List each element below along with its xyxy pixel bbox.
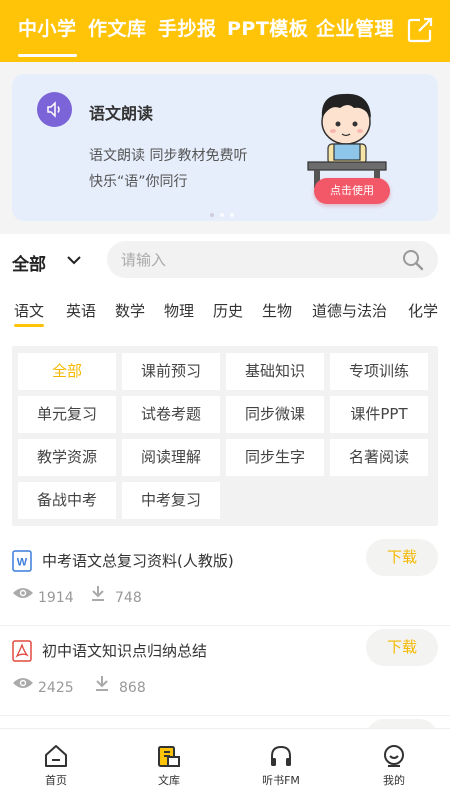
chevron-down-icon[interactable]	[66, 254, 82, 266]
nav-home-label: 首页	[45, 774, 67, 787]
category-all[interactable]: 全部	[18, 353, 116, 390]
subject-tabs: 语文 英语 数学 物理 历史 生物 道德与法治 化学	[0, 296, 450, 327]
category-reading-comprehension[interactable]: 阅读理解	[122, 439, 220, 476]
category-preview[interactable]: 课前预习	[122, 353, 220, 390]
headphones-icon	[271, 745, 291, 766]
nav-profile[interactable]: 我的	[354, 743, 434, 788]
category-unit-review[interactable]: 单元复习	[18, 396, 116, 433]
views-count: 2425	[38, 680, 74, 696]
category-exam-prep[interactable]: 备战中考	[18, 482, 116, 519]
category-teaching-resources[interactable]: 教学资源	[18, 439, 116, 476]
list-item[interactable]: 初中语文知识点归纳总结 2425 868 下载	[0, 626, 450, 716]
banner-line-2: 快乐“语”你同行	[89, 174, 188, 190]
subject-tab-history[interactable]: 历史	[213, 300, 243, 321]
category-special-training[interactable]: 专项训练	[330, 353, 428, 390]
subject-tab-math[interactable]: 数学	[115, 300, 145, 321]
svg-text:W: W	[17, 557, 28, 569]
views-icon	[13, 588, 33, 598]
category-micro-lessons[interactable]: 同步微课	[226, 396, 324, 433]
reading-kid-illustration	[307, 93, 387, 188]
search-bar[interactable]	[107, 241, 438, 278]
downloads-count: 868	[119, 680, 146, 696]
subject-tab-english[interactable]: 英语	[66, 300, 96, 321]
tab-primary-school[interactable]: 中小学	[18, 14, 77, 57]
word-file-icon: W	[12, 550, 32, 572]
subject-tab-chinese[interactable]: 语文	[14, 300, 45, 327]
subject-tab-physics[interactable]: 物理	[164, 300, 194, 321]
tab-handwritten-newspaper[interactable]: 手抄报	[158, 14, 217, 41]
subject-tab-morality-law[interactable]: 道德与法治	[312, 300, 387, 321]
library-icon	[158, 746, 180, 767]
document-title[interactable]: 中考语文总复习资料(人教版)	[42, 550, 234, 571]
search-input[interactable]	[121, 241, 381, 278]
category-exam-review[interactable]: 中考复习	[122, 482, 220, 519]
category-grid: 全部 课前预习 基础知识 专项训练 单元复习 试卷考题 同步微课 课件PPT 教…	[12, 346, 438, 526]
nav-library-label: 文库	[158, 774, 180, 787]
scope-dropdown-label[interactable]: 全部	[12, 250, 46, 275]
list-item[interactable]: W 中考语文总复习资料(人教版) 1914 748 下载	[0, 536, 450, 626]
document-title[interactable]: 初中语文知识点归纳总结	[42, 640, 207, 661]
nav-audiobook-fm[interactable]: 听书FM	[241, 743, 321, 788]
category-basics[interactable]: 基础知识	[226, 353, 324, 390]
pdf-file-icon	[12, 640, 32, 662]
use-now-button[interactable]: 点击使用	[314, 178, 390, 204]
category-classics-reading[interactable]: 名著阅读	[330, 439, 428, 476]
category-new-characters[interactable]: 同步生字	[226, 439, 324, 476]
bottom-navigation: 首页 文库 听书FM 我的	[0, 728, 450, 800]
profile-icon	[384, 745, 404, 767]
category-courseware-ppt[interactable]: 课件PPT	[330, 396, 428, 433]
tab-composition[interactable]: 作文库	[88, 14, 147, 41]
carousel-dots	[210, 202, 240, 221]
banner-line-1: 语文朗读 同步教材免费听	[89, 148, 248, 164]
views-icon	[13, 678, 33, 688]
download-button[interactable]: 下载	[366, 539, 438, 576]
banner-title: 语文朗读	[89, 104, 154, 123]
views-count: 1914	[38, 590, 74, 606]
subject-tab-biology[interactable]: 生物	[262, 300, 292, 321]
share-icon[interactable]	[406, 16, 434, 44]
nav-profile-label: 我的	[383, 774, 405, 787]
subject-tab-chemistry[interactable]: 化学	[408, 300, 438, 321]
nav-library[interactable]: 文库	[129, 743, 209, 788]
download-button[interactable]: 下载	[366, 629, 438, 666]
nav-audiobook-fm-label: 听书FM	[262, 774, 300, 787]
nav-home[interactable]: 首页	[16, 743, 96, 788]
tab-ppt-templates[interactable]: PPT模板	[227, 14, 308, 41]
home-icon	[45, 745, 67, 767]
download-count-icon	[96, 676, 108, 691]
reading-banner[interactable]: 语文朗读 语文朗读 同步教材免费听 快乐“语”你同行 点击使用	[12, 74, 438, 221]
category-exam-papers[interactable]: 试卷考题	[122, 396, 220, 433]
search-icon[interactable]	[402, 249, 424, 271]
downloads-count: 748	[115, 590, 142, 606]
speaker-icon	[37, 92, 72, 127]
top-tab-bar: 中小学 作文库 手抄报 PPT模板 企业管理	[0, 0, 450, 62]
tab-business-management[interactable]: 企业管理	[316, 14, 394, 41]
download-count-icon	[92, 586, 104, 601]
